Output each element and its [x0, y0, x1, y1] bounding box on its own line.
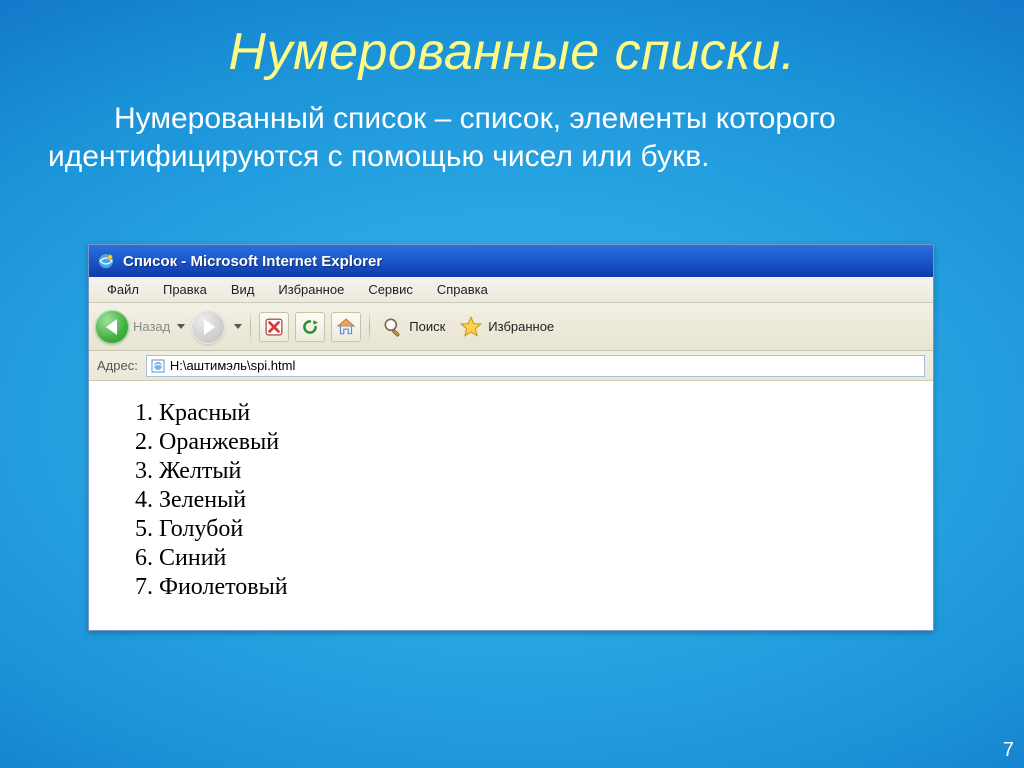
window-titlebar: Список - Microsoft Internet Explorer	[89, 245, 933, 277]
chevron-down-icon[interactable]	[234, 324, 242, 329]
favorites-button[interactable]: Избранное	[455, 313, 558, 341]
search-button[interactable]: Поиск	[378, 314, 449, 340]
separator	[250, 310, 251, 344]
search-icon	[382, 316, 404, 338]
back-icon	[95, 310, 129, 344]
home-icon	[336, 317, 356, 337]
menu-tools[interactable]: Сервис	[356, 279, 425, 300]
list-item: Желтый	[159, 457, 911, 486]
window-title: Список - Microsoft Internet Explorer	[123, 253, 382, 270]
forward-button[interactable]	[191, 310, 225, 344]
address-input[interactable]: H:\аштимэль\spi.html	[146, 355, 925, 377]
address-label: Адрес:	[97, 358, 138, 373]
back-button[interactable]: Назад	[95, 310, 185, 344]
menu-help[interactable]: Справка	[425, 279, 500, 300]
back-label: Назад	[133, 319, 170, 334]
address-bar: Адрес: H:\аштимэль\spi.html	[89, 351, 933, 381]
search-label: Поиск	[409, 319, 445, 334]
menu-file[interactable]: Файл	[95, 279, 151, 300]
stop-button[interactable]	[259, 312, 289, 342]
toolbar: Назад	[89, 303, 933, 351]
ie-logo-icon	[97, 252, 115, 270]
favorites-label: Избранное	[488, 319, 554, 334]
page-icon	[151, 359, 165, 373]
menu-bar: Файл Правка Вид Избранное Сервис Справка	[89, 277, 933, 303]
slide-title: Нумерованные списки.	[0, 0, 1024, 82]
list-item: Фиолетовый	[159, 573, 911, 602]
slide-number: 7	[1003, 739, 1014, 762]
list-item: Оранжевый	[159, 428, 911, 457]
list-item: Синий	[159, 544, 911, 573]
slide-body-text: Нумерованный список – список, элементы к…	[0, 82, 1024, 177]
list-item: Зеленый	[159, 486, 911, 515]
home-button[interactable]	[331, 312, 361, 342]
menu-favorites[interactable]: Избранное	[266, 279, 356, 300]
star-icon	[459, 315, 483, 339]
menu-edit[interactable]: Правка	[151, 279, 219, 300]
chevron-down-icon	[177, 324, 185, 329]
refresh-button[interactable]	[295, 312, 325, 342]
menu-view[interactable]: Вид	[219, 279, 267, 300]
separator	[369, 310, 370, 344]
stop-icon	[265, 318, 283, 336]
ordered-list: Красный Оранжевый Желтый Зеленый Голубой…	[131, 399, 911, 602]
browser-window: Список - Microsoft Internet Explorer Фай…	[88, 244, 934, 631]
list-item: Красный	[159, 399, 911, 428]
forward-icon	[204, 319, 215, 335]
refresh-icon	[301, 318, 319, 336]
list-item: Голубой	[159, 515, 911, 544]
page-content: Красный Оранжевый Желтый Зеленый Голубой…	[89, 381, 933, 630]
address-value: H:\аштимэль\spi.html	[170, 358, 296, 373]
